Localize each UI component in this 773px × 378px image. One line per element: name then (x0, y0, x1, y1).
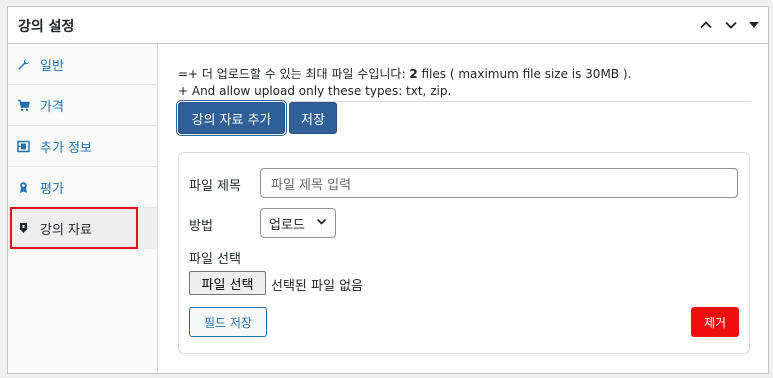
method-selected-value: 업로드 (269, 217, 305, 233)
sidebar-item-label: 평가 (40, 181, 64, 197)
caret-down-icon[interactable] (742, 13, 766, 37)
sidebar-item-general[interactable]: 일반 (8, 44, 157, 85)
sidebar-item-course-materials[interactable]: 강의 자료 (8, 208, 157, 249)
sidebar-item-price[interactable]: 가격 (8, 85, 157, 126)
sidebar-item-additional-info[interactable]: 추가 정보 (8, 126, 157, 167)
sidebar-item-reviews[interactable]: 평가 (8, 167, 157, 208)
sidebar-item-label: 가격 (40, 99, 64, 115)
note-suffix: files ( maximum file size is 30MB ). (417, 67, 632, 81)
sidebar-item-label: 추가 정보 (40, 140, 92, 156)
file-title-label: 파일 제목 (189, 179, 241, 194)
material-field-card: 파일 제목 파일 제목 입력 방법 업로드 파일 선택 파일 선택 선택된 파일… (178, 152, 750, 354)
download-icon (16, 222, 30, 236)
award-icon (16, 180, 30, 194)
save-button[interactable]: 저장 (289, 102, 337, 134)
allowed-types-line: + And allow upload only these types: txt… (178, 84, 452, 98)
remove-button[interactable]: 제거 (691, 307, 739, 337)
method-select[interactable]: 업로드 (260, 208, 336, 238)
add-course-material-button[interactable]: 강의 자료 추가 (178, 102, 285, 134)
course-materials-panel: =+ 더 업로드할 수 있는 최대 파일 수입니다: 2 files ( max… (158, 44, 768, 373)
choose-file-button[interactable]: 파일 선택 (189, 271, 266, 295)
save-field-button[interactable]: 필드 저장 (189, 307, 267, 337)
note-prefix: =+ 더 업로드할 수 있는 최대 파일 수입니다: (178, 67, 410, 81)
upload-limit-line: =+ 더 업로드할 수 있는 최대 파일 수입니다: 2 files ( max… (178, 66, 631, 83)
settings-sidebar: 일반 가격 추가 정보 평가 강의 자료 (8, 44, 158, 373)
file-status-text: 선택된 파일 없음 (271, 279, 363, 294)
chevron-down-icon[interactable] (719, 13, 743, 37)
chevron-up-icon[interactable] (694, 13, 718, 37)
file-select-label: 파일 선택 (189, 252, 241, 267)
sidebar-item-label: 일반 (40, 58, 64, 74)
file-title-input[interactable]: 파일 제목 입력 (260, 168, 738, 198)
sidebar-item-label: 강의 자료 (40, 223, 92, 238)
film-icon (16, 139, 30, 153)
max-file-count: 2 (409, 67, 418, 81)
metabox-header: 강의 설정 (8, 7, 768, 44)
chevron-down-icon (316, 216, 327, 231)
wrench-icon (16, 57, 30, 71)
course-settings-metabox: 강의 설정 일반 가격 추가 정보 평가 강의 자료 =+ 더 업로드할 수 있… (7, 6, 769, 374)
cart-icon (16, 98, 30, 112)
metabox-title: 강의 설정 (18, 19, 75, 35)
upload-limits-note: =+ 더 업로드할 수 있는 최대 파일 수입니다: 2 files ( max… (178, 66, 631, 100)
method-label: 방법 (189, 219, 213, 234)
